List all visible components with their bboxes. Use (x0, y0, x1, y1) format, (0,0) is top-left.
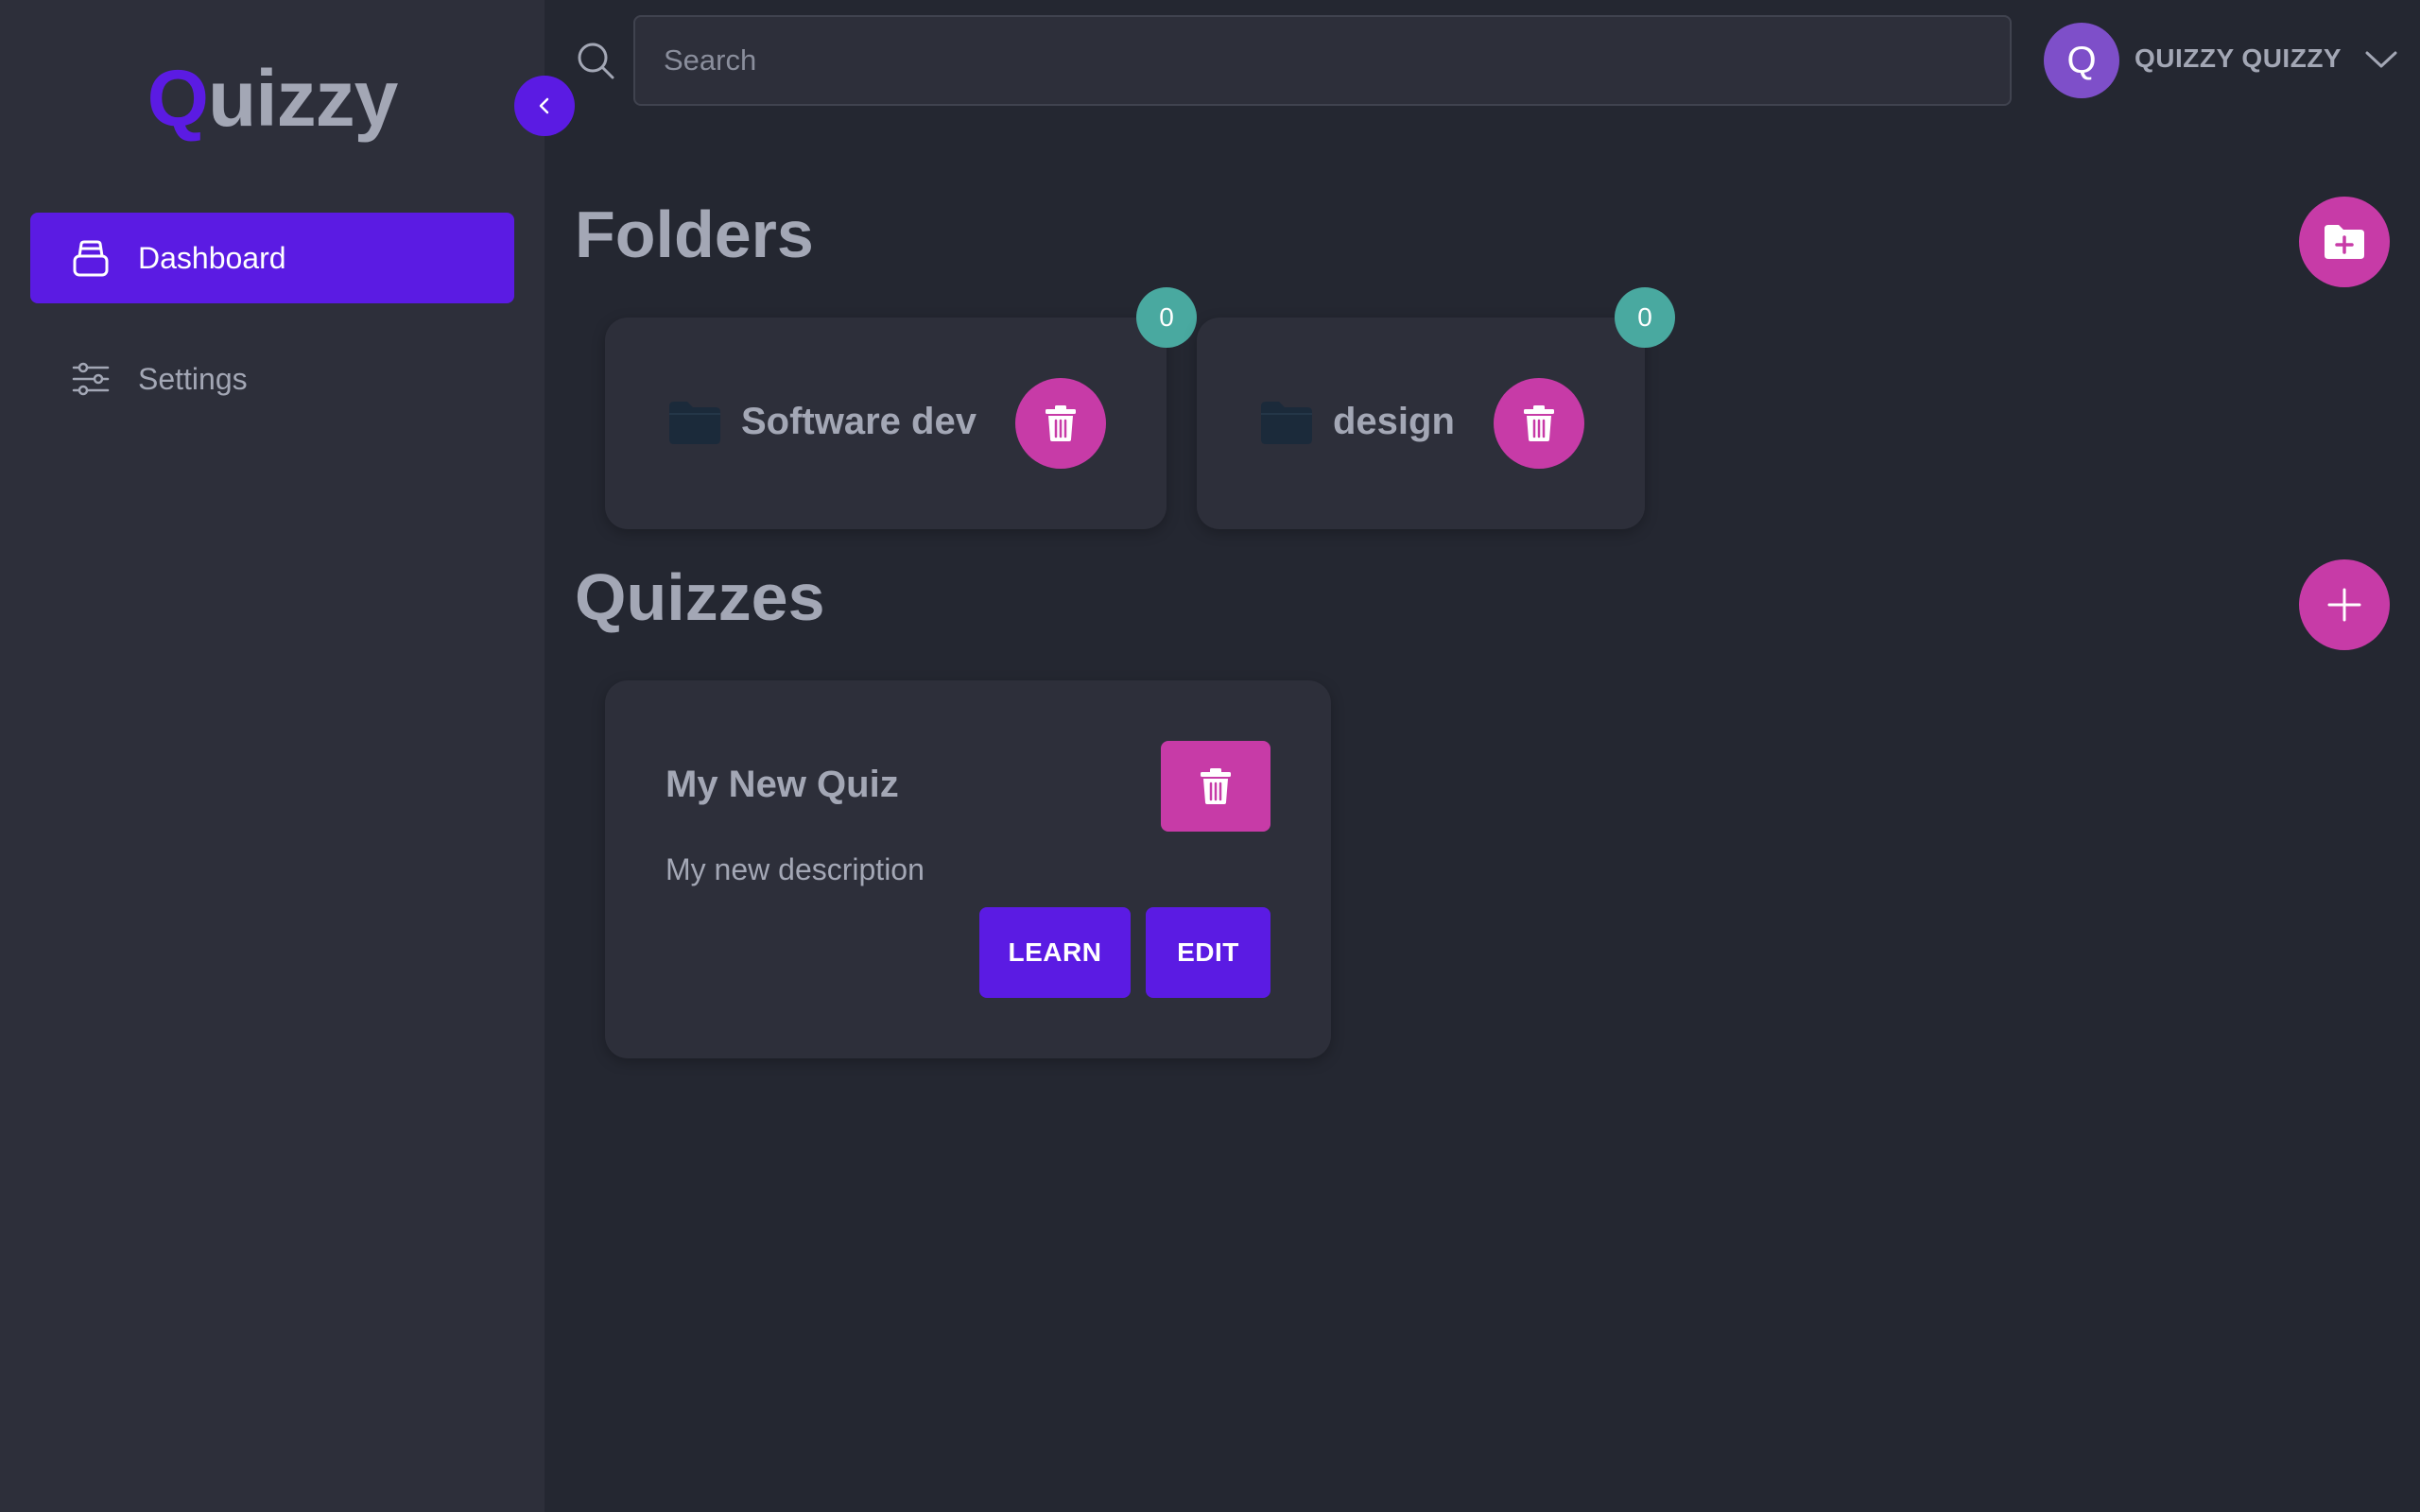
logo-letter: Q (147, 54, 209, 143)
trash-icon (1524, 405, 1554, 441)
quiz-card: My New Quiz My new description LEARN EDI… (605, 680, 1331, 1058)
folder-count-badge: 0 (1136, 287, 1197, 348)
delete-folder-button[interactable] (1494, 378, 1584, 469)
folder-name: Software dev (741, 401, 977, 442)
delete-quiz-button[interactable] (1161, 741, 1270, 832)
edit-button[interactable]: EDIT (1146, 907, 1270, 998)
logo-text: uizzy (207, 54, 398, 143)
user-name[interactable]: QUIZZY QUIZZY (2135, 43, 2342, 74)
sidebar-item-settings[interactable]: Settings (30, 334, 514, 424)
chevron-left-icon (539, 97, 549, 114)
sidebar-item-label: Dashboard (138, 240, 286, 275)
folders-heading: Folders (575, 198, 814, 271)
quiz-description: My new description (666, 852, 925, 886)
app-logo[interactable]: Quizzy (0, 59, 544, 138)
quizzes-heading: Quizzes (575, 560, 825, 634)
plus-icon (2327, 588, 2361, 622)
learn-button[interactable]: LEARN (979, 907, 1131, 998)
folder-icon (669, 402, 720, 444)
sidebar-item-label: Settings (138, 361, 248, 396)
sliders-icon (70, 358, 112, 400)
folder-card[interactable]: Software dev 0 (605, 287, 1197, 529)
quiz-title: My New Quiz (666, 764, 899, 805)
search-input[interactable] (633, 15, 2012, 106)
folder-count-badge: 0 (1615, 287, 1675, 348)
search-icon[interactable] (575, 40, 616, 81)
chevron-down-icon[interactable] (2363, 45, 2399, 74)
avatar[interactable]: Q (2044, 23, 2119, 98)
folder-plus-icon (2325, 225, 2364, 259)
sidebar-item-dashboard[interactable]: Dashboard (30, 213, 514, 303)
app-root: Quizzy Dashboard Settings Search Q QUIZZ… (0, 0, 2420, 1512)
folder-name: design (1333, 401, 1455, 442)
inbox-icon (70, 237, 112, 279)
add-quiz-button[interactable] (2299, 559, 2390, 650)
sidebar-collapse-button[interactable] (514, 76, 575, 136)
delete-folder-button[interactable] (1015, 378, 1106, 469)
sidebar: Quizzy Dashboard Settings (0, 0, 544, 1512)
folder-icon (1261, 402, 1312, 444)
add-folder-button[interactable] (2299, 197, 2390, 287)
trash-icon (1201, 768, 1231, 804)
folder-card[interactable]: design 0 (1197, 287, 1675, 529)
trash-icon (1046, 405, 1076, 441)
